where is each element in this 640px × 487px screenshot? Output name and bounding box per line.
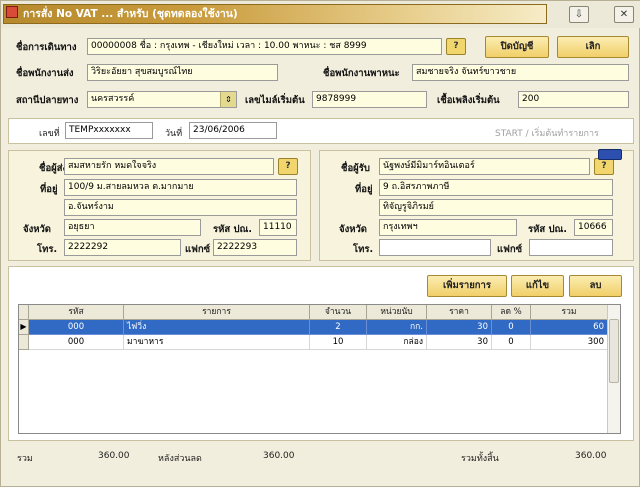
col-header-qty[interactable]: จำนวน	[310, 305, 367, 320]
add-item-button[interactable]: เพิ่มรายการ	[427, 275, 507, 297]
start-fuel-field[interactable]: 200	[518, 91, 629, 108]
receiver-province-label: จังหวัด	[339, 224, 367, 235]
cell-qty[interactable]: 10	[310, 335, 367, 350]
cell-item[interactable]: มาฆาหาร	[124, 335, 310, 350]
sender-address2-field[interactable]: อ.จันทร์งาม	[64, 199, 297, 216]
sender-address1-field[interactable]: 100/9 ม.สายลมหวล ต.มากมาย	[64, 179, 297, 196]
driver-staff-field[interactable]: สมชายจริง จันทร์ขาวชาย	[412, 64, 629, 81]
sender-staff-field[interactable]: วิริยะอัยยา สุขสมบูรณ์ไทย	[87, 64, 278, 81]
cell-price[interactable]: 30	[427, 335, 492, 350]
chevron-down-icon[interactable]: ⇕	[220, 92, 236, 107]
app-icon	[6, 6, 18, 18]
destination-value: นครสวรรค์	[91, 94, 135, 104]
col-header-price[interactable]: ราคา	[427, 305, 492, 320]
driver-staff-label: ชื่อพนักงานพาหนะ	[323, 68, 400, 79]
grand-total-label: รวมทั้งสิ้น	[461, 454, 499, 464]
sender-tel-field[interactable]: 2222292	[64, 239, 181, 256]
grid-corner	[19, 305, 29, 320]
sender-name-label: ชื่อผู้ส่ง	[39, 163, 68, 174]
receiver-province-field[interactable]: กรุงเทพฯ	[379, 219, 517, 236]
sender-address-label: ที่อยู่	[40, 184, 58, 195]
sender-name-field[interactable]: สมสหายรัก หมดใจจริง	[64, 158, 274, 175]
destination-select[interactable]: นครสวรรค์	[87, 91, 237, 108]
after-discount-label: หลังส่วนลด	[158, 454, 202, 464]
doc-no-label: เลขที่	[39, 129, 60, 139]
row-pointer-icon: ▶	[19, 320, 29, 335]
cell-code[interactable]: 000	[29, 320, 124, 335]
cancel-button[interactable]: เลิก	[557, 36, 629, 58]
receiver-zip-label: รหัส ปณ.	[528, 224, 567, 235]
sender-province-label: จังหวัด	[23, 224, 51, 235]
receiver-tel-label: โทร.	[353, 244, 374, 255]
doc-status: START / เริ่มต้นทำรายการ	[495, 129, 599, 139]
sender-lookup-button[interactable]: ?	[278, 158, 298, 175]
destination-label: สถานีปลายทาง	[16, 95, 79, 106]
grand-total-value: 360.00	[575, 451, 607, 461]
minimize-button[interactable]: ⇩	[569, 6, 589, 23]
cell-unit[interactable]: กล่อง	[367, 335, 427, 350]
row-indicator	[19, 335, 29, 350]
cell-qty[interactable]: 2	[310, 320, 367, 335]
doc-date-label: วันที่	[165, 129, 183, 139]
sender-fax-field[interactable]: 2222293	[213, 239, 297, 256]
scrollbar-thumb[interactable]	[609, 319, 619, 383]
close-icon[interactable]: ✕	[614, 6, 634, 23]
sender-province-field[interactable]: อยุธยา	[64, 219, 201, 236]
col-header-item[interactable]: รายการ	[124, 305, 310, 320]
card-icon	[598, 149, 622, 160]
after-discount-value: 360.00	[263, 451, 295, 461]
receiver-fax-label: แฟกซ์	[497, 244, 523, 255]
doc-no-field[interactable]: TEMPxxxxxxx	[65, 122, 153, 139]
delete-item-button[interactable]: ลบ	[569, 275, 622, 297]
sender-zip-field[interactable]: 11110	[259, 219, 297, 236]
grid-scrollbar[interactable]	[607, 305, 620, 433]
cell-item[interactable]: ไฟวิ่ง	[124, 320, 310, 335]
col-header-code[interactable]: รหัส	[29, 305, 124, 320]
start-mileage-label: เลขไมล์เริ่มต้น	[245, 95, 305, 106]
cell-discount[interactable]: 0	[492, 335, 531, 350]
receiver-address1-field[interactable]: 9 ถ.อิสรภาพภาษี	[379, 179, 613, 196]
col-header-total[interactable]: รวม	[531, 305, 608, 320]
cell-unit[interactable]: กก.	[367, 320, 427, 335]
trip-label: ชื่อการเดินทาง	[16, 42, 77, 53]
sender-staff-label: ชื่อพนักงานส่ง	[16, 68, 74, 79]
receiver-address2-field[interactable]: ทิจัญรูจิภิรมย์	[379, 199, 613, 216]
start-fuel-label: เชื้อเพลิงเริ่มต้น	[437, 95, 500, 106]
receiver-address-label: ที่อยู่	[355, 184, 373, 195]
total-label: รวม	[17, 454, 33, 464]
window-title: การสั่ง No VAT ... สำหรับ (ชุดทดลองใช้งา…	[23, 8, 238, 20]
cell-discount[interactable]: 0	[492, 320, 531, 335]
receiver-lookup-button[interactable]: ?	[594, 158, 614, 175]
receiver-name-label: ชื่อผู้รับ	[341, 163, 370, 174]
app-window: การสั่ง No VAT ... สำหรับ (ชุดทดลองใช้งา…	[0, 0, 640, 487]
receiver-name-field[interactable]: นัฐพงษ์มีมิมาร์ทอินเตอร์	[379, 158, 590, 175]
cell-price[interactable]: 30	[427, 320, 492, 335]
start-mileage-field[interactable]: 9878999	[312, 91, 427, 108]
items-grid[interactable]: รหัส รายการ จำนวน หน่วยนับ ราคา ลด % รวม…	[18, 304, 621, 434]
cell-code[interactable]: 000	[29, 335, 124, 350]
close-account-button[interactable]: ปิดบัญชี	[485, 36, 549, 58]
sender-zip-label: รหัส ปณ.	[213, 224, 252, 235]
title-bar: การสั่ง No VAT ... สำหรับ (ชุดทดลองใช้งา…	[1, 1, 640, 28]
doc-date-field[interactable]: 23/06/2006	[189, 122, 277, 139]
edit-item-button[interactable]: แก้ไข	[511, 275, 564, 297]
receiver-tel-field[interactable]	[379, 239, 491, 256]
cell-total[interactable]: 300	[531, 335, 608, 350]
col-header-unit[interactable]: หน่วยนับ	[367, 305, 427, 320]
sender-tel-label: โทร.	[37, 244, 58, 255]
trip-lookup-button[interactable]: ?	[446, 38, 466, 55]
receiver-fax-field[interactable]	[529, 239, 613, 256]
total-value: 360.00	[98, 451, 130, 461]
col-header-discount[interactable]: ลด %	[492, 305, 531, 320]
trip-field[interactable]: 00000008 ชื่อ : กรุงเทพ - เชียงใหม่ เวลา…	[87, 38, 442, 55]
receiver-zip-field[interactable]: 10666	[574, 219, 613, 236]
sender-fax-label: แฟกซ์	[185, 244, 211, 255]
cell-total[interactable]: 60	[531, 320, 608, 335]
